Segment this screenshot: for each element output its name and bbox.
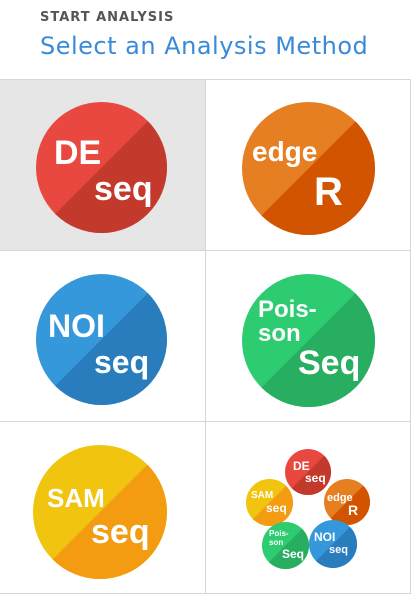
eyebrow-label: START ANALYSIS	[40, 10, 175, 25]
samseq-line1: SAM	[47, 483, 105, 513]
edger-line1: edge	[252, 136, 318, 167]
noiseq-line1: NOI	[48, 308, 105, 344]
deseq-line2: seq	[94, 170, 153, 208]
method-tile-noiseq[interactable]: NOI seq	[0, 251, 206, 422]
method-tile-poissonseq[interactable]: Pois- son Seq	[206, 251, 411, 422]
method-tile-edger[interactable]: edge R	[206, 80, 411, 251]
noiseq-mini-icon: NOI seq	[309, 520, 357, 568]
method-tile-deseq[interactable]: DE seq	[0, 80, 206, 251]
poissonseq-mini-line2: Seq	[282, 547, 305, 561]
samseq-mini-line2: seq	[266, 501, 287, 515]
noiseq-line2: seq	[94, 344, 150, 380]
edger-line2: R	[314, 170, 343, 214]
badge-shadow	[242, 102, 375, 235]
edger-mini-line2: R	[348, 502, 359, 518]
edger-mini-icon: edge R	[324, 479, 370, 525]
deseq-line1: DE	[54, 134, 102, 172]
poissonseq-line2: Seq	[298, 344, 361, 382]
samseq-icon: SAM seq	[33, 445, 167, 579]
method-tile-all[interactable]: DE seq edge R SAM seq Pois- son Seq NOI …	[206, 422, 411, 594]
noiseq-mini-line2: seq	[329, 544, 348, 556]
poissonseq-icon: Pois- son Seq	[242, 274, 375, 407]
deseq-mini-line2: seq	[305, 471, 326, 485]
samseq-mini-icon: SAM seq	[246, 479, 293, 526]
deseq-icon: DE seq	[36, 102, 167, 233]
poissonseq-mini-icon: Pois- son Seq	[262, 522, 309, 569]
edger-icon: edge R	[242, 102, 375, 235]
poissonseq-line1: Pois-	[258, 296, 317, 323]
samseq-line2: seq	[91, 513, 150, 551]
noiseq-icon: NOI seq	[36, 274, 167, 405]
poissonseq-mini-line1b: son	[269, 538, 284, 547]
method-tile-samseq[interactable]: SAM seq	[0, 422, 206, 594]
noiseq-mini-line1: NOI	[314, 530, 336, 544]
method-grid: DE seq edge R NOI seq Pois- son Seq SAM …	[0, 80, 411, 594]
samseq-mini-line1: SAM	[251, 490, 274, 501]
header: START ANALYSIS Select an Analysis Method	[0, 0, 411, 80]
page-title: Select an Analysis Method	[40, 32, 369, 60]
poissonseq-line1b: son	[258, 320, 301, 347]
poissonseq-mini-line1: Pois-	[269, 529, 289, 538]
